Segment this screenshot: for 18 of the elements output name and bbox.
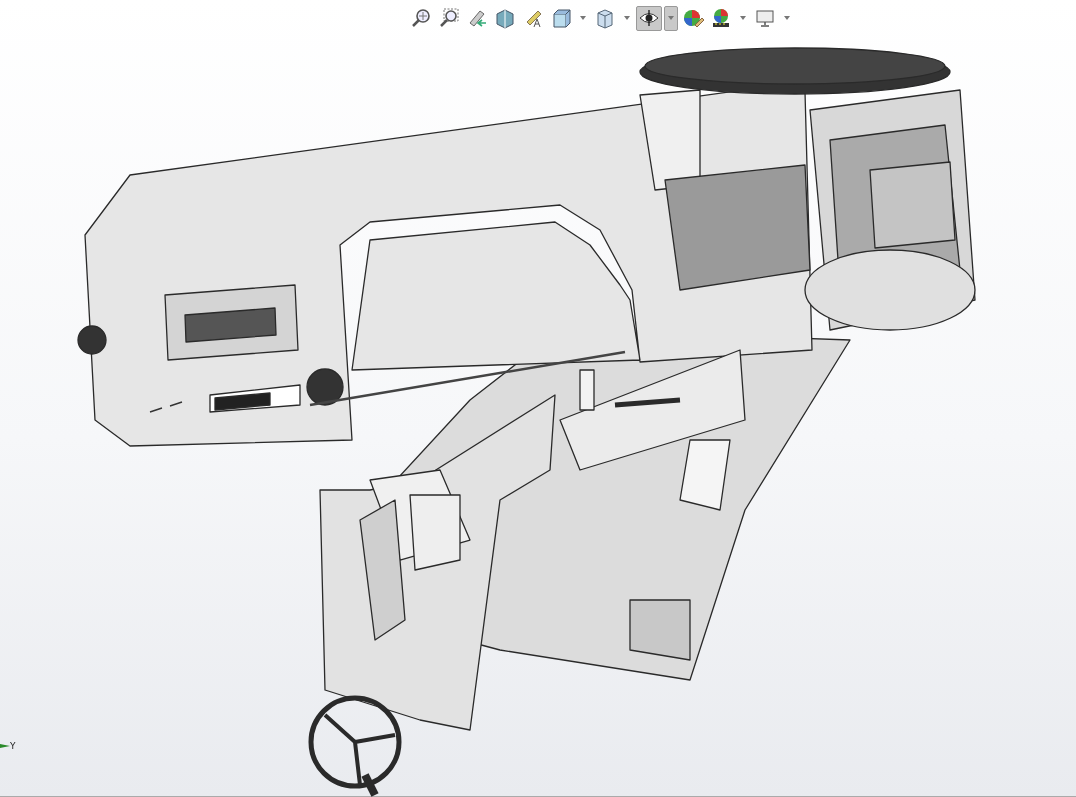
cube-icon: [594, 7, 616, 29]
eye-icon: [638, 7, 660, 29]
triad-arrow-icon: [0, 743, 10, 749]
axis-label: Y: [10, 741, 16, 751]
magnifier-icon: [438, 7, 460, 29]
color-ball-icon: [682, 7, 704, 29]
caret-icon: [624, 16, 630, 20]
dropdown-button[interactable]: [664, 5, 678, 31]
magnifier-icon: [410, 7, 432, 29]
scene-ball-icon: [710, 7, 732, 29]
caret-icon: [580, 16, 586, 20]
monitor-icon: [754, 7, 776, 29]
view-toolbar-button[interactable]: [636, 5, 662, 31]
caret-icon: [740, 16, 746, 20]
caret-icon: [784, 16, 790, 20]
cube-section-icon: [494, 7, 516, 29]
caret-icon: [668, 16, 674, 20]
cube-icon: [550, 7, 572, 29]
